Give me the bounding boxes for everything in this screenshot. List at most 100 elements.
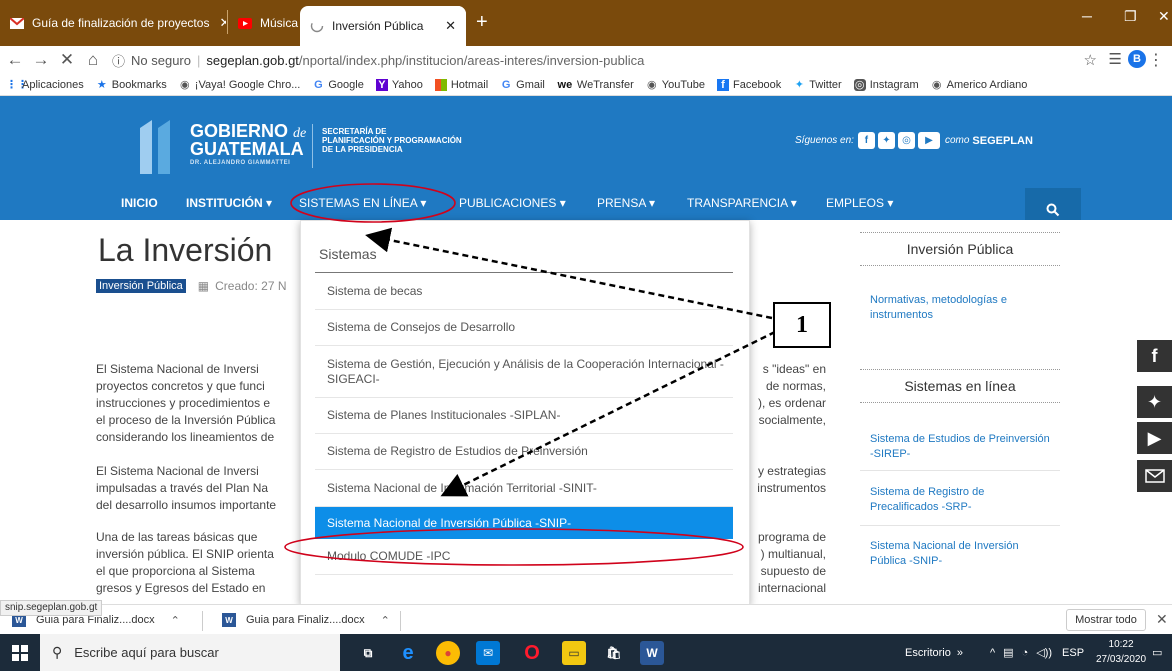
instagram-icon[interactable]: ◎ [897,132,915,149]
tab-guia[interactable]: Guía de finalización de proyectos ✕ [0,0,226,46]
yahoo-icon: Y [375,78,388,91]
close-icon[interactable]: ✕ [1156,611,1168,628]
bookmark-hotmail[interactable]: Hotmail [434,78,488,91]
taskbar-search[interactable]: ⚲ Escribe aquí para buscar [40,634,340,671]
security-label: No seguro [131,52,191,68]
language-indicator[interactable]: ESP [1062,647,1084,659]
chevron-up-icon[interactable]: ^ [990,647,995,659]
share-twitter-icon[interactable]: ✦ [1137,386,1172,418]
youtube-icon[interactable]: ▶ [917,132,940,149]
share-email-icon[interactable] [1137,460,1172,492]
nav-sistemas-en-linea[interactable]: SISTEMAS EN LÍNEA ▾ [299,196,426,210]
dropdown-item-sigeaci[interactable]: Sistema de Gestión, Ejecución y Análisis… [315,346,733,398]
nav-transparencia[interactable]: TRANSPARENCIA ▾ [687,196,797,210]
chevron-double-icon[interactable]: » [957,647,963,659]
bookmark-youtube[interactable]: ◉ YouTube [646,79,705,91]
back-icon[interactable]: ← [4,50,26,70]
bookmark-instagram[interactable]: ◎ Instagram [853,78,919,91]
stop-icon[interactable]: ✕ [56,50,78,70]
nav-institucion[interactable]: INSTITUCIÓN ▾ [186,196,272,210]
word-app-icon[interactable]: W [640,641,664,665]
new-tab-button[interactable]: + [476,12,488,32]
article-paragraph-1-right: s "ideas" en de normas,), es ordenar socia… [757,362,826,427]
sidebar-link-snip[interactable]: Sistema Nacional de Inversión Pública -S… [870,539,1050,569]
download-item[interactable]: W Guia para Finaliz....docx ⌃ [222,613,390,627]
bookmark-americo[interactable]: ◉ Americo Ardiano [931,79,1028,91]
bookmark-wetransfer[interactable]: we WeTransfer [557,79,634,91]
category-badge[interactable]: Inversión Pública [96,279,186,293]
file-explorer-icon[interactable]: ▭ [562,641,586,665]
nav-empleos[interactable]: EMPLEOS ▾ [826,196,893,210]
url-bar[interactable]: ⓘ No seguro | segeplan.gob.gt /nportal/i… [112,48,1092,72]
network-icon[interactable]: ▤ [1003,646,1013,659]
bookmark-apps[interactable]: ⋮⋮ Aplicaciones [6,79,84,91]
menu-icon[interactable]: ⋮ [1148,50,1164,70]
extensions-icon[interactable]: ☰ [1109,50,1122,68]
search-button[interactable] [1025,188,1081,220]
bookmark-facebook[interactable]: f Facebook [716,78,781,91]
article-meta: Inversión Pública ▦ Creado: 27 N [96,279,287,293]
facebook-icon[interactable]: f [857,132,875,149]
minimize-icon[interactable]: ─ [1082,8,1092,24]
sidebar-heading-inversion: Inversión Pública [860,232,1060,266]
secretaria-title: SECRETARÍA DE PLANIFICACIÓN Y PROGRAMACI… [322,127,462,154]
nav-prensa[interactable]: PRENSA ▾ [597,196,655,210]
bookmark-bookmarks[interactable]: ★ Bookmarks [96,79,167,91]
chrome-icon[interactable]: ● [436,641,460,665]
chevron-up-icon[interactable]: ⌃ [171,614,180,627]
dropdown-item-snip[interactable]: Sistema Nacional de Inversión Pública -S… [315,507,733,539]
windows-taskbar: ⚲ Escribe aquí para buscar ⧉ e ● ✉ O ▭ 🛍… [0,634,1172,671]
close-window-icon[interactable]: ✕ [1158,8,1170,25]
close-icon[interactable]: ✕ [209,15,226,31]
sidebar-link-sirep[interactable]: Sistema de Estudios de Preinversión -SIR… [870,432,1050,462]
segeplan-label: SEGEPLAN [972,134,1033,147]
sidebar-link-normativas[interactable]: Normativas, metodologías e instrumentos [870,293,1050,323]
show-all-button[interactable]: Mostrar todo [1066,609,1146,631]
store-icon[interactable]: 🛍 [602,641,626,665]
page-title: La Inversión [98,232,273,268]
dropdown-item-becas[interactable]: Sistema de becas [315,274,733,310]
header-divider [312,124,313,168]
restore-icon[interactable]: ❐ [1124,8,1137,25]
tab-title: Guía de finalización de proyectos [32,16,210,30]
profile-avatar[interactable]: B [1128,50,1146,68]
dropdown-item-siplan[interactable]: Sistema de Planes Institucionales -SIPLA… [315,398,733,434]
share-youtube-icon[interactable]: ▶ [1137,422,1172,454]
forward-icon[interactable]: → [30,50,52,70]
wifi-icon[interactable]: ◔ [1022,647,1029,659]
nav-inicio[interactable]: INICIO [121,196,158,210]
dropdown-item-sinit[interactable]: Sistema Nacional de Información Territor… [315,470,733,507]
bookmark-yahoo[interactable]: Y Yahoo [375,78,423,91]
desktop-toolbar[interactable]: Escritorio » [905,634,963,671]
bookmarks-bar: ⋮⋮ Aplicaciones ★ Bookmarks ◉ ¡Vaya! Google… [0,74,1172,96]
dropdown-item-comude[interactable]: Modulo COMUDE -IPC [315,539,733,575]
gobierno-logo[interactable] [138,118,178,174]
bookmark-star-icon[interactable]: ☆ [1084,51,1097,69]
bookmark-google[interactable]: G Google [312,79,364,91]
twitter-icon[interactable]: ✦ [877,132,895,149]
dropdown-item-preinversion[interactable]: Sistema de Registro de Estudios de Prein… [315,434,733,470]
sidebar-link-srp[interactable]: Sistema de Registro de Precalificados -S… [870,485,1050,515]
dropdown-item-consejos[interactable]: Sistema de Consejos de Desarrollo [315,310,733,346]
mail-app-icon[interactable]: ✉ [476,641,500,665]
notifications-icon[interactable]: ▭ [1152,634,1162,671]
task-view-icon[interactable]: ⧉ [356,641,380,665]
follow-label: Síguenos en: [795,135,854,146]
bookmark-vaya[interactable]: ◉ ¡Vaya! Google Chro... [179,79,300,91]
tab-inversion-publica-active[interactable]: Inversión Pública ✕ [300,6,466,46]
share-facebook-icon[interactable]: f [1137,340,1172,372]
home-icon[interactable]: ⌂ [82,50,104,70]
search-icon [1046,203,1060,217]
close-icon[interactable]: ✕ [435,18,456,34]
bookmark-twitter[interactable]: ✦ Twitter [793,79,842,91]
opera-icon[interactable]: O [520,641,544,665]
info-icon[interactable]: ⓘ [112,51,125,70]
windows-start-button[interactable] [0,634,40,671]
nav-publicaciones[interactable]: PUBLICACIONES ▾ [459,196,566,210]
bookmark-gmail[interactable]: G Gmail [500,79,545,91]
star-icon: ★ [96,78,107,91]
edge-icon[interactable]: e [396,641,420,665]
taskbar-clock[interactable]: 10:22 27/03/2020 [1096,637,1146,667]
chevron-up-icon[interactable]: ⌃ [381,614,390,627]
volume-icon[interactable]: ◁)) [1036,646,1052,659]
